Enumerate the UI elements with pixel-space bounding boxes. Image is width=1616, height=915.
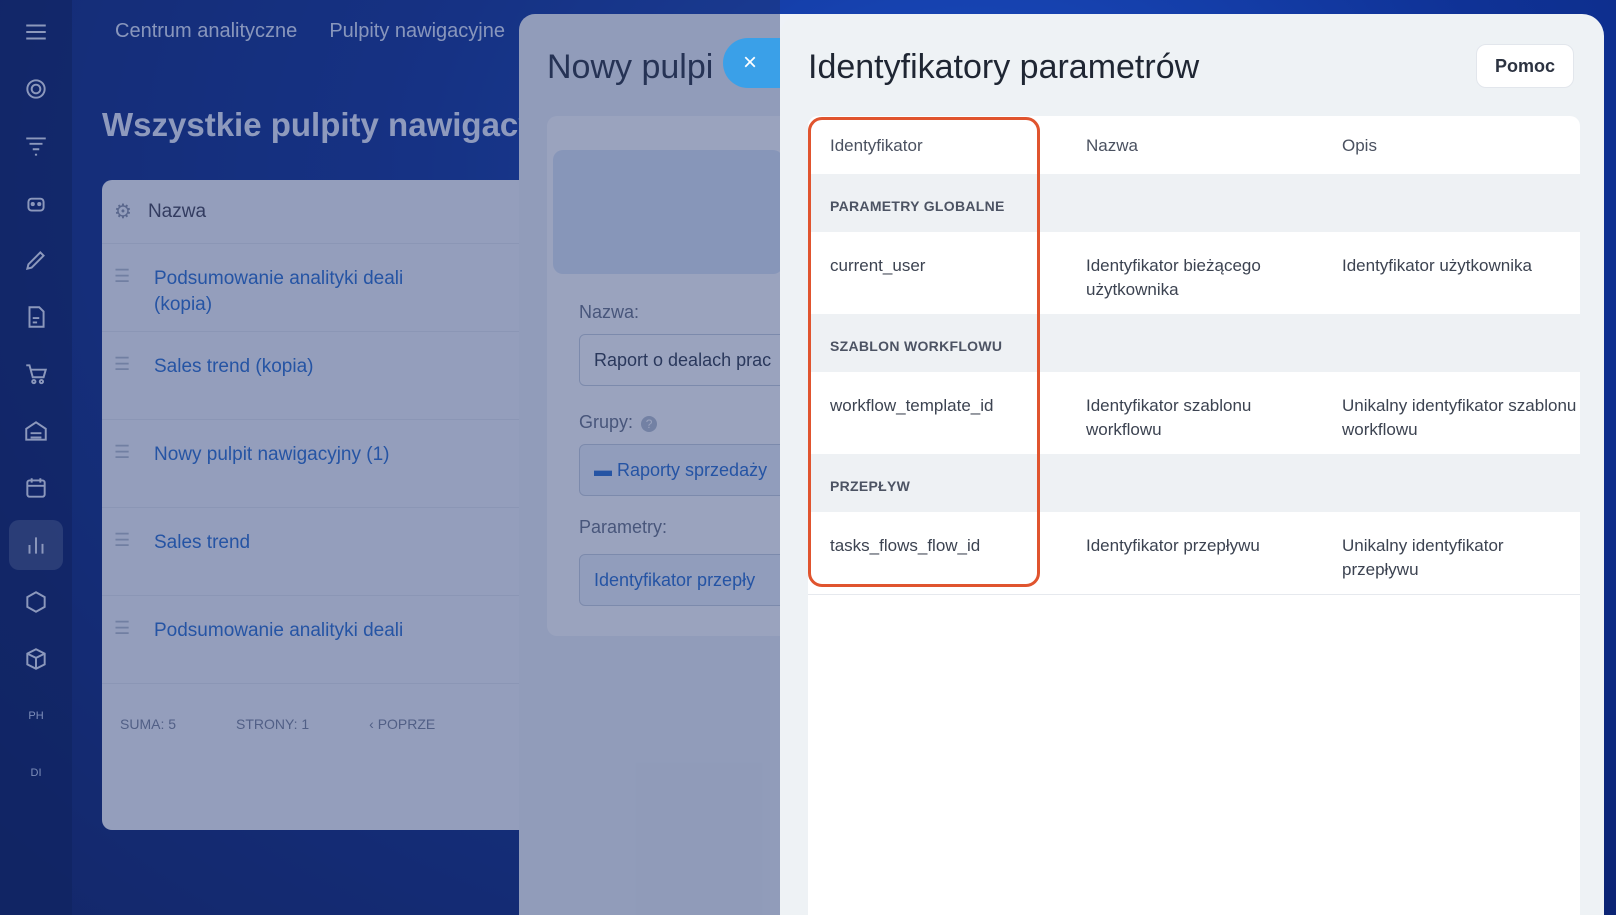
column-identifier: Identyfikator — [830, 136, 923, 155]
parameter-name: Identyfikator bieżącego użytkownika — [1086, 256, 1261, 299]
column-description: Opis — [1342, 136, 1377, 155]
parameter-id[interactable]: workflow_template_id — [808, 372, 1064, 454]
group-label: PRZEPŁYW — [808, 454, 1580, 512]
parameter-description: Identyfikator użytkownika — [1342, 256, 1532, 275]
panel-title: Identyfikatory parametrów — [808, 48, 1200, 86]
parameter-name: Identyfikator szablonu workflowu — [1086, 396, 1252, 439]
group-label: SZABLON WORKFLOWU — [808, 314, 1580, 372]
parameter-description: Unikalny identyfikator szablonu workflow… — [1342, 396, 1577, 439]
close-button[interactable]: × — [723, 38, 785, 88]
help-button[interactable]: Pomoc — [1476, 44, 1574, 88]
group-row: PRZEPŁYW — [808, 454, 1580, 512]
dim-overlay — [0, 0, 780, 915]
table-row: current_user Identyfikator bieżącego uży… — [808, 232, 1580, 314]
table-header: Identyfikator Nazwa Opis — [808, 116, 1580, 174]
parameter-ids-panel: Identyfikatory parametrów Pomoc Identyfi… — [780, 14, 1604, 915]
column-name: Nazwa — [1086, 136, 1138, 155]
group-label: PARAMETRY GLOBALNE — [808, 174, 1580, 232]
parameters-table: Identyfikator Nazwa Opis PARAMETRY GLOBA… — [808, 116, 1580, 915]
parameter-id[interactable]: current_user — [808, 232, 1064, 314]
parameter-name: Identyfikator przepływu — [1064, 512, 1320, 595]
group-row: PARAMETRY GLOBALNE — [808, 174, 1580, 232]
table-row: tasks_flows_flow_id Identyfikator przepł… — [808, 512, 1580, 595]
parameter-id[interactable]: tasks_flows_flow_id — [808, 512, 1064, 595]
group-row: SZABLON WORKFLOWU — [808, 314, 1580, 372]
parameter-description: Unikalny identyfikator przepływu — [1320, 512, 1580, 595]
table-row: workflow_template_id Identyfikator szabl… — [808, 372, 1580, 454]
